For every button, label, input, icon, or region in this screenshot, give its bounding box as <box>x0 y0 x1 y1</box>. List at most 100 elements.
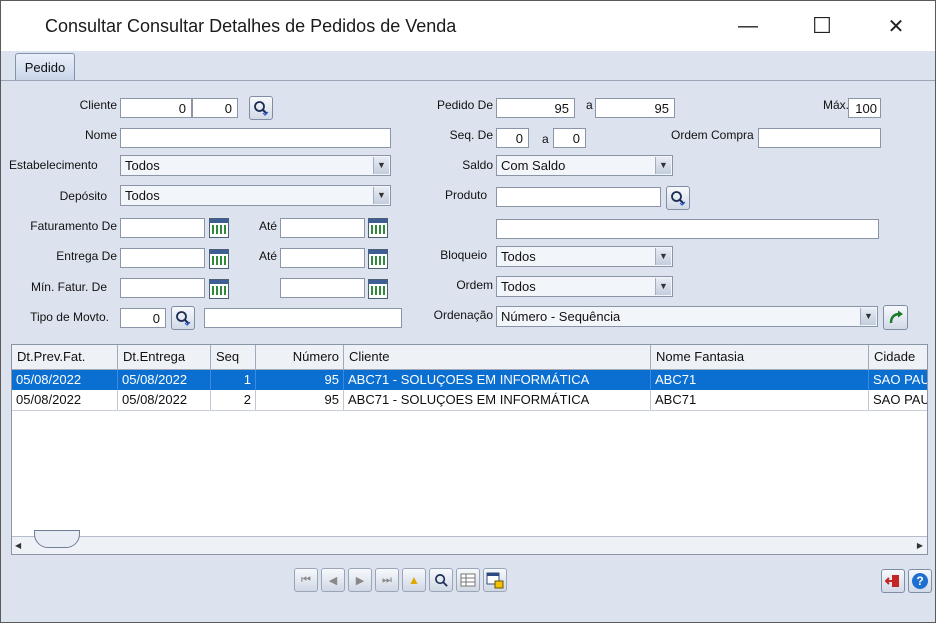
pedido-de-input[interactable]: 95 <box>496 98 575 118</box>
tipo-movto-input[interactable]: 0 <box>120 308 166 328</box>
seq-a-input[interactable]: 0 <box>553 128 586 148</box>
col-cliente[interactable]: Cliente <box>344 345 651 369</box>
calendar-icon[interactable] <box>209 218 229 238</box>
help-icon: ? <box>912 573 928 589</box>
col-dt-entrega[interactable]: Dt.Entrega <box>118 345 211 369</box>
collapse-button[interactable]: ▲ <box>402 568 426 592</box>
produto-input[interactable] <box>496 187 661 207</box>
calendar-icon[interactable] <box>368 279 388 299</box>
table-header: Dt.Prev.Fat. Dt.Entrega Seq Número Clien… <box>12 345 927 370</box>
ordem-value: Todos <box>501 279 536 294</box>
cell-nome-fantasia: ABC71 <box>651 390 869 410</box>
max-label: Máx. <box>822 98 849 112</box>
refresh-arrow-icon <box>889 310 903 323</box>
pedido-de-label: Pedido De <box>436 98 493 112</box>
table-row[interactable]: 05/08/2022 05/08/2022 1 95 ABC71 - SOLUÇ… <box>12 370 927 390</box>
faturamento-de-label: Faturamento De <box>30 219 117 233</box>
scroll-right-icon[interactable]: ▶ <box>917 541 923 550</box>
cell-cidade: SAO PAU <box>869 390 927 410</box>
pedido-a-input[interactable]: 95 <box>595 98 675 118</box>
first-record-button[interactable]: ⏮ <box>294 568 318 592</box>
tab-pedido[interactable]: Pedido <box>15 53 75 80</box>
close-button[interactable]: ✕ <box>873 9 919 43</box>
table-row[interactable]: 05/08/2022 05/08/2022 2 95 ABC71 - SOLUÇ… <box>12 390 927 411</box>
export-icon <box>486 572 504 589</box>
exit-button[interactable] <box>881 569 905 593</box>
refresh-button[interactable] <box>883 305 908 330</box>
entrega-ate-input[interactable] <box>280 248 365 268</box>
nome-input[interactable] <box>120 128 391 148</box>
min-fatur-de-input[interactable] <box>120 278 205 298</box>
col-cidade[interactable]: Cidade <box>869 345 927 369</box>
exit-icon <box>885 575 899 587</box>
produto-search-button[interactable] <box>666 186 690 210</box>
ordenacao-label: Ordenação <box>433 308 493 322</box>
col-numero[interactable]: Número <box>256 345 344 369</box>
faturamento-de-input[interactable] <box>120 218 205 238</box>
scroll-left-icon[interactable]: ◀ <box>15 541 21 550</box>
col-nome-fantasia[interactable]: Nome Fantasia <box>651 345 869 369</box>
ordem-compra-input[interactable] <box>758 128 881 148</box>
seq-de-input[interactable]: 0 <box>496 128 529 148</box>
svg-text:?: ? <box>916 574 923 588</box>
export-button[interactable] <box>483 568 507 592</box>
next-record-button[interactable]: ▶ <box>348 568 372 592</box>
col-seq[interactable]: Seq <box>211 345 256 369</box>
cliente-search-button[interactable] <box>249 96 273 120</box>
prev-record-button[interactable]: ◀ <box>321 568 345 592</box>
cliente-sub-input[interactable]: 0 <box>192 98 238 118</box>
search-icon <box>434 573 448 587</box>
maximize-button[interactable]: ☐ <box>799 9 845 43</box>
cell-numero: 95 <box>256 370 344 390</box>
scroll-thumb[interactable] <box>34 530 80 548</box>
entrega-de-input[interactable] <box>120 248 205 268</box>
grid-icon <box>460 573 476 587</box>
calendar-icon[interactable] <box>368 218 388 238</box>
calendar-icon[interactable] <box>368 249 388 269</box>
tipo-movto-label: Tipo de Movto. <box>30 310 109 324</box>
tipo-movto-desc-input[interactable] <box>204 308 402 328</box>
search-icon <box>176 311 191 326</box>
grid-view-button[interactable] <box>456 568 480 592</box>
last-icon: ⏭ <box>382 573 392 586</box>
cell-dt-entrega: 05/08/2022 <box>118 390 211 410</box>
seq-de-label: Seq. De <box>449 128 493 142</box>
ordenacao-value: Número - Sequência <box>501 309 621 324</box>
col-dt-prev-fat[interactable]: Dt.Prev.Fat. <box>12 345 118 369</box>
help-button[interactable]: ? <box>908 569 932 593</box>
cell-dt-entrega: 05/08/2022 <box>118 370 211 390</box>
cliente-code-input[interactable]: 0 <box>120 98 192 118</box>
min-fatur-ate-input[interactable] <box>280 278 365 298</box>
dropdown-arrow-icon: ▼ <box>655 248 671 265</box>
max-input[interactable]: 100 <box>848 98 881 118</box>
calendar-icon[interactable] <box>209 279 229 299</box>
nome-label: Nome <box>84 128 117 142</box>
cell-numero: 95 <box>256 390 344 410</box>
estabelecimento-select[interactable]: Todos ▼ <box>120 155 391 176</box>
produto-label: Produto <box>444 188 487 202</box>
min-fatur-label: Mín. Fatur. De <box>30 280 107 294</box>
deposito-select[interactable]: Todos ▼ <box>120 185 391 206</box>
last-record-button[interactable]: ⏭ <box>375 568 399 592</box>
cell-nome-fantasia: ABC71 <box>651 370 869 390</box>
ordem-select[interactable]: Todos ▼ <box>496 276 673 297</box>
search-icon <box>671 191 686 206</box>
bloqueio-select[interactable]: Todos ▼ <box>496 246 673 267</box>
produto-desc-input[interactable] <box>496 219 879 239</box>
minimize-button[interactable]: — <box>725 9 771 43</box>
search-icon <box>254 101 269 116</box>
tipo-movto-search-button[interactable] <box>171 306 195 330</box>
ordenacao-select[interactable]: Número - Sequência ▼ <box>496 306 878 327</box>
saldo-label: Saldo <box>462 158 493 172</box>
faturamento-ate-input[interactable] <box>280 218 365 238</box>
cell-cliente: ABC71 - SOLUÇOES EM INFORMÁTICA <box>344 390 651 410</box>
ate-label-1: Até <box>258 219 277 233</box>
horizontal-scrollbar[interactable]: ◀ ▶ <box>12 530 927 554</box>
bloqueio-label: Bloqueio <box>440 248 487 262</box>
triangle-up-icon: ▲ <box>408 573 420 587</box>
saldo-select[interactable]: Com Saldo ▼ <box>496 155 673 176</box>
cell-dt-prev-fat: 05/08/2022 <box>12 390 118 410</box>
cell-dt-prev-fat: 05/08/2022 <box>12 370 118 390</box>
search-button[interactable] <box>429 568 453 592</box>
calendar-icon[interactable] <box>209 249 229 269</box>
